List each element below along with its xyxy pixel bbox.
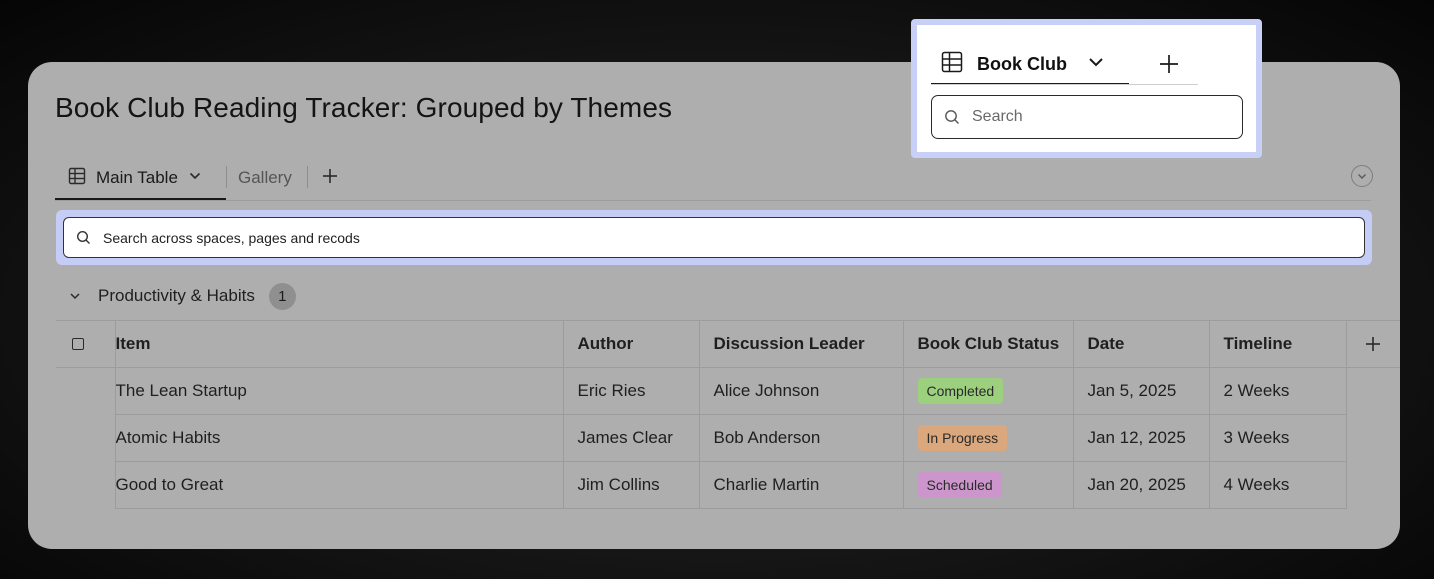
status-badge: Completed (917, 378, 1004, 404)
status-badge: In Progress (917, 425, 1008, 451)
table-row[interactable]: Good to Great Jim Collins Charlie Martin… (56, 461, 1400, 509)
tab-book-club[interactable]: Book Club (931, 45, 1129, 85)
search-box (63, 217, 1365, 258)
add-view-button[interactable] (1158, 53, 1180, 75)
table-grid-icon (68, 167, 86, 190)
item-cell[interactable]: Good to Great (114, 461, 563, 509)
search-bar-container (56, 210, 1372, 265)
view-popup: Book Club (911, 19, 1262, 158)
popup-search-box (931, 95, 1243, 139)
date-cell[interactable]: Jan 5, 2025 (1072, 367, 1209, 415)
popup-tabs-divider (931, 84, 1198, 85)
add-view-button[interactable] (319, 165, 341, 187)
search-input[interactable] (101, 228, 1364, 247)
items-table: Item Author Discussion Leader Book Club … (56, 320, 1400, 509)
plus-icon (1160, 55, 1178, 73)
tab-book-club-label: Book Club (977, 53, 1067, 74)
column-header-author[interactable]: Author (562, 320, 699, 368)
timeline-cell[interactable]: 2 Weeks (1208, 367, 1346, 415)
author-cell[interactable]: Eric Ries (562, 367, 699, 415)
empty-cell (1345, 461, 1400, 509)
page-title: Book Club Reading Tracker: Grouped by Th… (55, 92, 673, 123)
author-cell[interactable]: James Clear (562, 414, 699, 462)
table-row[interactable]: The Lean Startup Eric Ries Alice Johnson… (56, 367, 1400, 415)
timeline-cell[interactable]: 4 Weeks (1208, 461, 1346, 509)
row-select-cell (56, 462, 115, 509)
select-all-cell (56, 320, 115, 368)
tab-main-table-label: Main Table (96, 168, 178, 187)
status-cell[interactable]: Completed (902, 367, 1073, 415)
status-cell[interactable]: In Progress (902, 414, 1073, 462)
column-header-date[interactable]: Date (1072, 320, 1209, 368)
add-column-button[interactable] (1345, 320, 1400, 368)
status-badge: Scheduled (917, 472, 1002, 498)
timeline-cell[interactable]: 3 Weeks (1208, 414, 1346, 462)
plus-icon (323, 169, 337, 183)
tab-separator (226, 166, 227, 188)
column-header-status[interactable]: Book Club Status (902, 320, 1073, 368)
table-row[interactable]: Atomic Habits James Clear Bob Anderson I… (56, 414, 1400, 462)
item-cell[interactable]: Atomic Habits (114, 414, 563, 462)
group-title[interactable]: Productivity & Habits (98, 286, 255, 306)
row-select-cell (56, 415, 115, 462)
chevron-down-icon[interactable] (1087, 53, 1105, 76)
view-tabs: Main Table Gallery (55, 158, 1371, 202)
table-grid-icon (941, 51, 963, 78)
tabs-divider (55, 200, 1371, 201)
plus-icon (1366, 337, 1381, 352)
checkbox-icon[interactable] (72, 338, 84, 350)
chevron-down-icon[interactable] (68, 289, 82, 303)
leader-cell[interactable]: Bob Anderson (698, 414, 903, 462)
empty-cell (1345, 367, 1400, 415)
tab-separator (307, 166, 308, 188)
chevron-down-icon[interactable] (188, 169, 202, 188)
leader-cell[interactable]: Charlie Martin (698, 461, 903, 509)
status-cell[interactable]: Scheduled (902, 461, 1073, 509)
column-header-discussion-leader[interactable]: Discussion Leader (698, 320, 903, 368)
date-cell[interactable]: Jan 12, 2025 (1072, 414, 1209, 462)
group-count-badge: 1 (268, 282, 296, 310)
empty-cell (1345, 414, 1400, 462)
table-header-row: Item Author Discussion Leader Book Club … (56, 320, 1400, 368)
author-cell[interactable]: Jim Collins (562, 461, 699, 509)
popup-panel: Book Club (917, 25, 1256, 152)
tab-gallery[interactable]: Gallery (238, 168, 292, 188)
popup-search-input[interactable] (970, 107, 1242, 127)
tab-main-table[interactable]: Main Table (55, 158, 226, 200)
row-select-cell (56, 368, 115, 415)
column-header-item[interactable]: Item (114, 320, 563, 368)
collapse-button[interactable] (1351, 165, 1373, 187)
search-icon (76, 230, 90, 244)
circle-chevron-icon (1358, 174, 1366, 179)
leader-cell[interactable]: Alice Johnson (698, 367, 903, 415)
item-cell[interactable]: The Lean Startup (114, 367, 563, 415)
group-header: Productivity & Habits 1 (68, 282, 296, 310)
column-header-timeline[interactable]: Timeline (1208, 320, 1346, 368)
search-icon (945, 110, 959, 124)
date-cell[interactable]: Jan 20, 2025 (1072, 461, 1209, 509)
